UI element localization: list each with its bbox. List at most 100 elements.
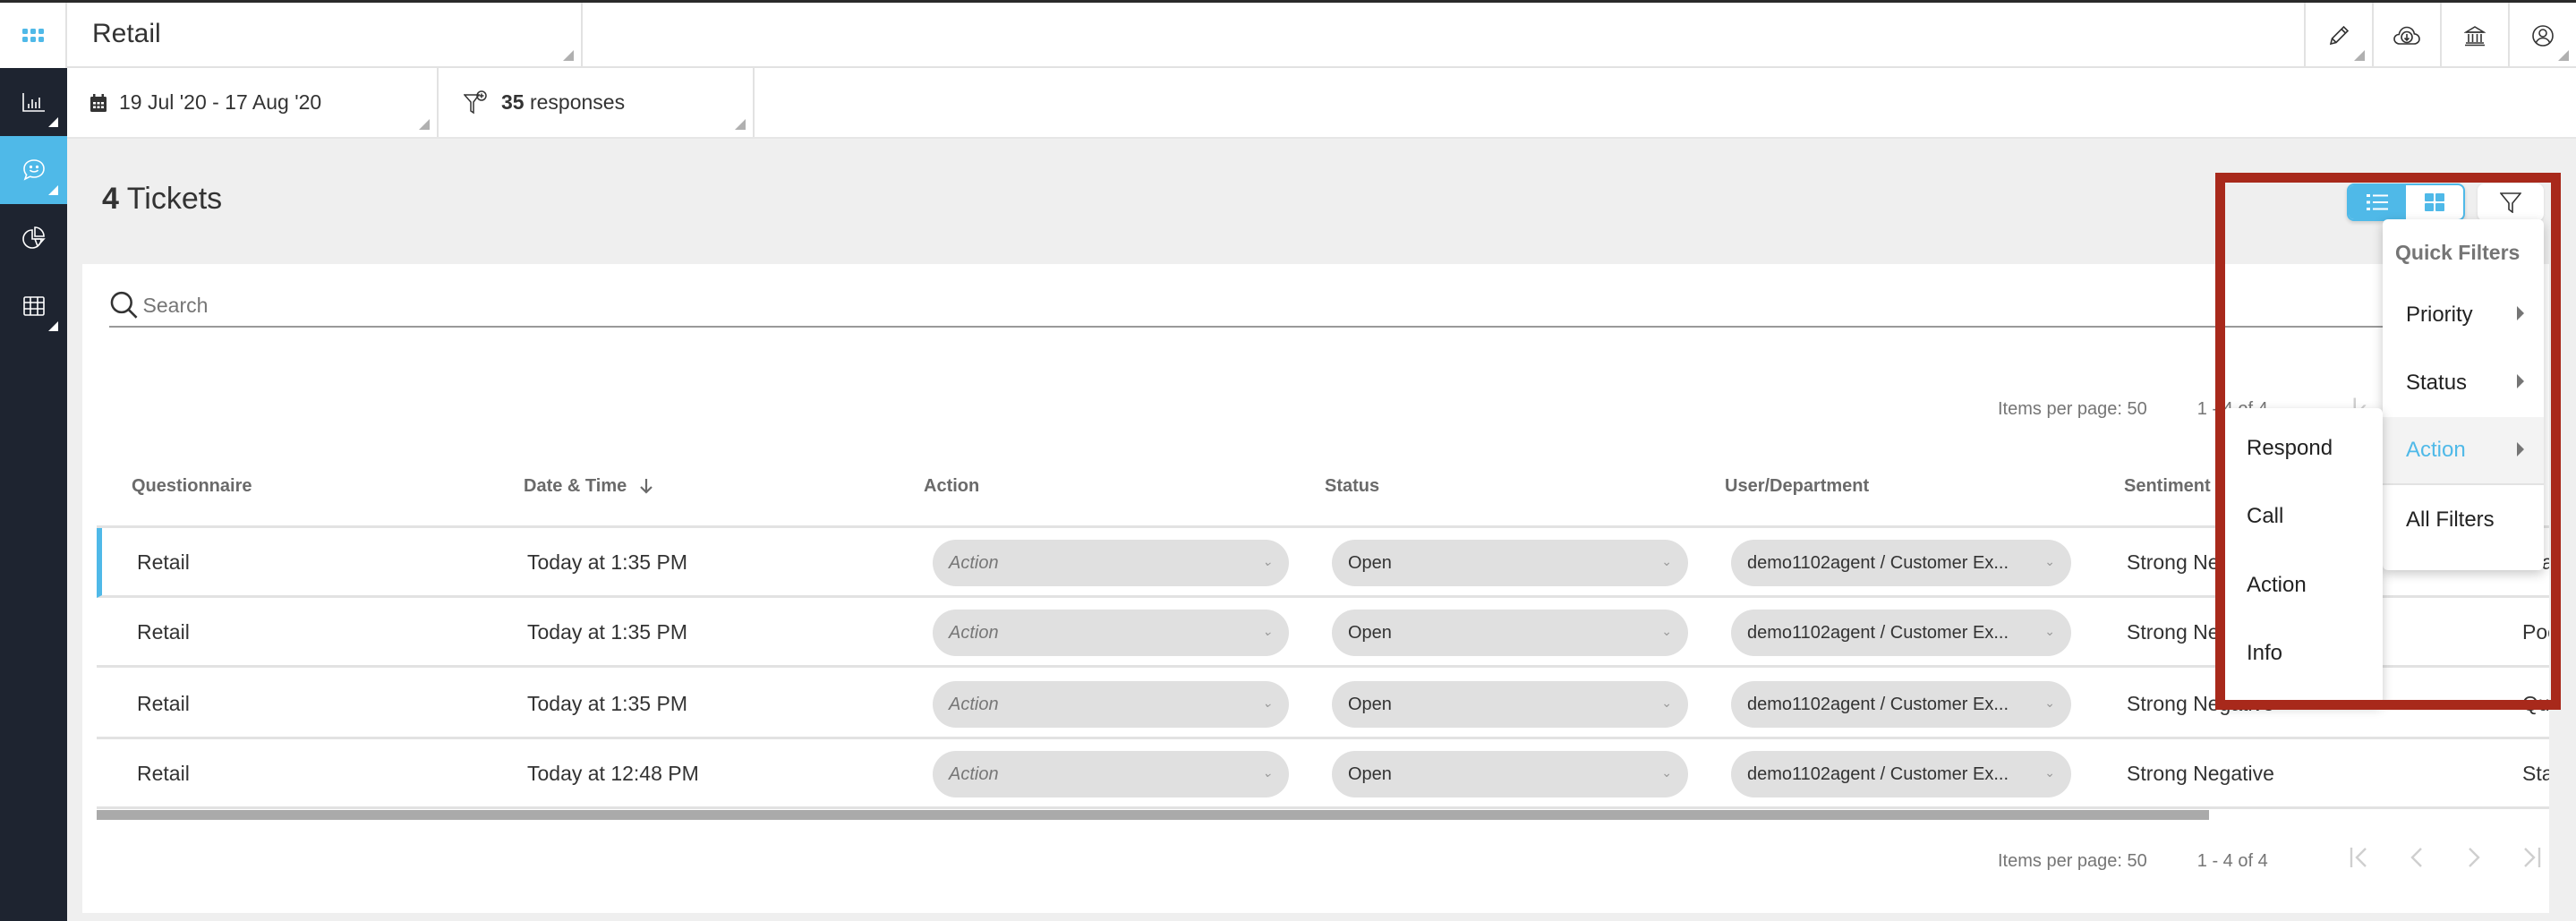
status-dropdown[interactable]: Open ⌄ <box>1332 540 1688 586</box>
date-range-selector[interactable]: 19 Jul '20 - 17 Aug '20 <box>67 68 439 137</box>
quick-filter-action[interactable]: Action <box>2383 417 2544 485</box>
action-dropdown[interactable]: Action ⌄ <box>933 540 1289 586</box>
column-header-sentiment[interactable]: Sentiment <box>2124 476 2211 497</box>
chevron-down-icon: ⌄ <box>1262 765 1273 780</box>
filter-button[interactable] <box>2478 183 2544 221</box>
sidebar-item-analytics[interactable] <box>0 68 67 136</box>
submenu-item-respond[interactable]: Respond <box>2223 414 2383 482</box>
search-input[interactable] <box>142 293 2526 318</box>
grid-view-button[interactable] <box>2406 185 2463 219</box>
menu-item-label: Priority <box>2406 303 2473 327</box>
status-dropdown[interactable]: Open ⌄ <box>1332 751 1688 797</box>
column-header-status[interactable]: Status <box>1325 476 1379 497</box>
action-dropdown[interactable]: Action ⌄ <box>933 681 1289 728</box>
app-grid-icon <box>21 28 44 42</box>
caret-right-icon <box>2517 306 2524 320</box>
chevron-right-icon <box>2468 848 2480 867</box>
action-dropdown[interactable]: Action ⌄ <box>933 751 1289 797</box>
cloud-download-icon <box>2393 26 2420 45</box>
pie-chart-icon <box>21 226 46 249</box>
items-per-page[interactable]: Items per page: 50 <box>1998 851 2147 872</box>
user-department-dropdown[interactable]: demo1102agent / Customer Ex... ⌄ <box>1731 610 2071 656</box>
user-department-dropdown[interactable]: demo1102agent / Customer Ex... ⌄ <box>1731 751 2071 797</box>
pagination-bottom: Items per page: 50 1 - 4 of 4 <box>1998 846 2560 876</box>
cell-datetime: Today at 12:48 PM <box>527 762 699 785</box>
page-range: 1 - 4 of 4 <box>2196 850 2268 871</box>
cell-datetime: Today at 1:35 PM <box>527 692 687 715</box>
quick-filter-all-filters[interactable]: All Filters <box>2383 486 2544 554</box>
items-per-page-label: Items per page: <box>1998 850 2122 871</box>
user-profile-button[interactable] <box>2508 3 2576 68</box>
column-header-action[interactable]: Action <box>924 476 979 497</box>
column-header-questionnaire[interactable]: Questionnaire <box>132 476 252 497</box>
date-range-text: 19 Jul '20 - 17 Aug '20 <box>119 90 322 114</box>
menu-item-label: Action <box>2406 438 2466 462</box>
list-view-button[interactable] <box>2349 185 2406 219</box>
table-row[interactable]: Retail Today at 12:48 PM Action ⌄ Open ⌄ demo1… <box>97 739 2549 809</box>
search-bar <box>109 285 2526 328</box>
table-row[interactable]: Retail Today at 1:35 PM Action ⌄ Open ⌄ demo11… <box>97 598 2549 668</box>
items-per-page[interactable]: Items per page: 50 <box>1998 399 2147 420</box>
survey-title: Retail <box>92 19 161 48</box>
submenu-item-action[interactable]: Action <box>2223 551 2383 619</box>
responses-count: 35 <box>501 90 525 114</box>
app-launcher-button[interactable] <box>0 3 67 68</box>
sidebar-item-data-table[interactable] <box>0 272 67 340</box>
app-root: Retail 19 Jul '20 - 17 Aug '20 35 respon… <box>0 0 2576 921</box>
sidebar-item-tickets[interactable] <box>0 136 67 204</box>
tickets-count: 4 <box>102 182 119 216</box>
chevron-down-icon: ⌄ <box>1661 624 1672 638</box>
chevron-down-icon: ⌄ <box>1661 695 1672 710</box>
sidebar-item-reports[interactable] <box>0 204 67 272</box>
quick-filters-title: Quick Filters <box>2395 241 2521 264</box>
dropdown-indicator <box>2558 50 2569 61</box>
grid-icon <box>2425 193 2444 211</box>
tickets-label: Tickets <box>126 182 223 216</box>
items-per-page-value: 50 <box>2127 398 2147 419</box>
chevron-down-icon: ⌄ <box>1262 695 1273 710</box>
responses-text: 35 responses <box>501 90 625 115</box>
table-header: Questionnaire Date & Time Action Status … <box>97 465 2549 528</box>
next-page-button[interactable] <box>2445 846 2503 876</box>
sort-desc-icon <box>640 479 653 494</box>
institution-button[interactable] <box>2440 3 2508 68</box>
submenu-indicator <box>48 185 58 195</box>
horizontal-scrollbar[interactable] <box>97 810 2209 820</box>
cell-questionnaire: Retail <box>137 762 190 785</box>
table-row[interactable]: Retail Today at 1:35 PM Action ⌄ Open ⌄ demo11… <box>97 528 2549 598</box>
filter-icon <box>2500 192 2521 213</box>
edit-button[interactable] <box>2304 3 2372 68</box>
submenu-item-call[interactable]: Call <box>2223 482 2383 550</box>
responses-filter[interactable]: 35 responses <box>439 68 755 137</box>
items-per-page-label: Items per page: <box>1998 398 2122 419</box>
items-per-page-value: 50 <box>2127 850 2147 871</box>
bank-icon <box>2464 25 2486 46</box>
status-dropdown[interactable]: Open ⌄ <box>1332 610 1688 656</box>
last-page-button[interactable] <box>2503 846 2560 876</box>
quick-filter-status[interactable]: Status <box>2383 349 2544 417</box>
list-icon <box>2367 194 2388 210</box>
table-row[interactable]: Retail Today at 1:35 PM Action ⌄ Open ⌄ demo11… <box>97 669 2549 739</box>
user-department-dropdown[interactable]: demo1102agent / Customer Ex... ⌄ <box>1731 681 2071 728</box>
status-dropdown-value: Open <box>1348 694 1392 714</box>
chevron-down-icon: ⌄ <box>2044 624 2055 638</box>
download-button[interactable] <box>2372 3 2440 68</box>
first-page-button[interactable] <box>2331 846 2388 876</box>
chat-smile-icon <box>22 159 45 181</box>
dropdown-indicator <box>735 119 746 130</box>
survey-selector[interactable]: Retail <box>67 3 583 68</box>
top-bar: Retail <box>67 3 2576 68</box>
chevron-down-icon: ⌄ <box>1262 624 1273 638</box>
cell-datetime: Today at 1:35 PM <box>527 550 687 574</box>
quick-filter-priority[interactable]: Priority <box>2383 281 2544 349</box>
column-header-datetime[interactable]: Date & Time <box>524 476 653 497</box>
action-dropdown[interactable]: Action ⌄ <box>933 610 1289 656</box>
search-icon <box>110 291 138 319</box>
cell-questionnaire: Retail <box>137 550 190 574</box>
filter-bar: 19 Jul '20 - 17 Aug '20 35 responses <box>67 68 2576 139</box>
column-header-user-department[interactable]: User/Department <box>1725 476 1869 497</box>
submenu-item-info[interactable]: Info <box>2223 619 2383 687</box>
previous-page-button[interactable] <box>2388 846 2445 876</box>
status-dropdown[interactable]: Open ⌄ <box>1332 681 1688 728</box>
user-department-dropdown[interactable]: demo1102agent / Customer Ex... ⌄ <box>1731 540 2071 586</box>
